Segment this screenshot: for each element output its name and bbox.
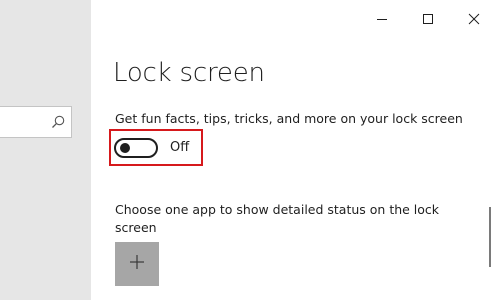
toggle-state-label: Off bbox=[170, 140, 190, 155]
detailed-status-label: Choose one app to show detailed status o… bbox=[115, 202, 440, 235]
add-app-button[interactable] bbox=[115, 242, 159, 286]
sidebar bbox=[0, 0, 91, 300]
main-content: Lock screen Get fun facts, tips, tricks,… bbox=[91, 0, 500, 300]
scrollbar[interactable] bbox=[489, 207, 491, 267]
minimize-icon bbox=[376, 10, 388, 29]
close-icon bbox=[468, 10, 480, 29]
fun-facts-label: Get fun facts, tips, tricks, and more on… bbox=[115, 111, 463, 126]
maximize-button[interactable] bbox=[405, 0, 451, 38]
minimize-button[interactable] bbox=[359, 0, 405, 38]
fun-facts-toggle[interactable] bbox=[114, 138, 158, 158]
maximize-icon bbox=[422, 10, 434, 29]
search-box[interactable] bbox=[0, 106, 72, 138]
close-button[interactable] bbox=[451, 0, 497, 38]
search-icon[interactable] bbox=[50, 114, 66, 130]
settings-window: Lock screen Get fun facts, tips, tricks,… bbox=[0, 0, 500, 300]
plus-icon bbox=[129, 254, 145, 274]
toggle-knob bbox=[120, 143, 130, 153]
page-title: Lock screen bbox=[113, 58, 265, 88]
